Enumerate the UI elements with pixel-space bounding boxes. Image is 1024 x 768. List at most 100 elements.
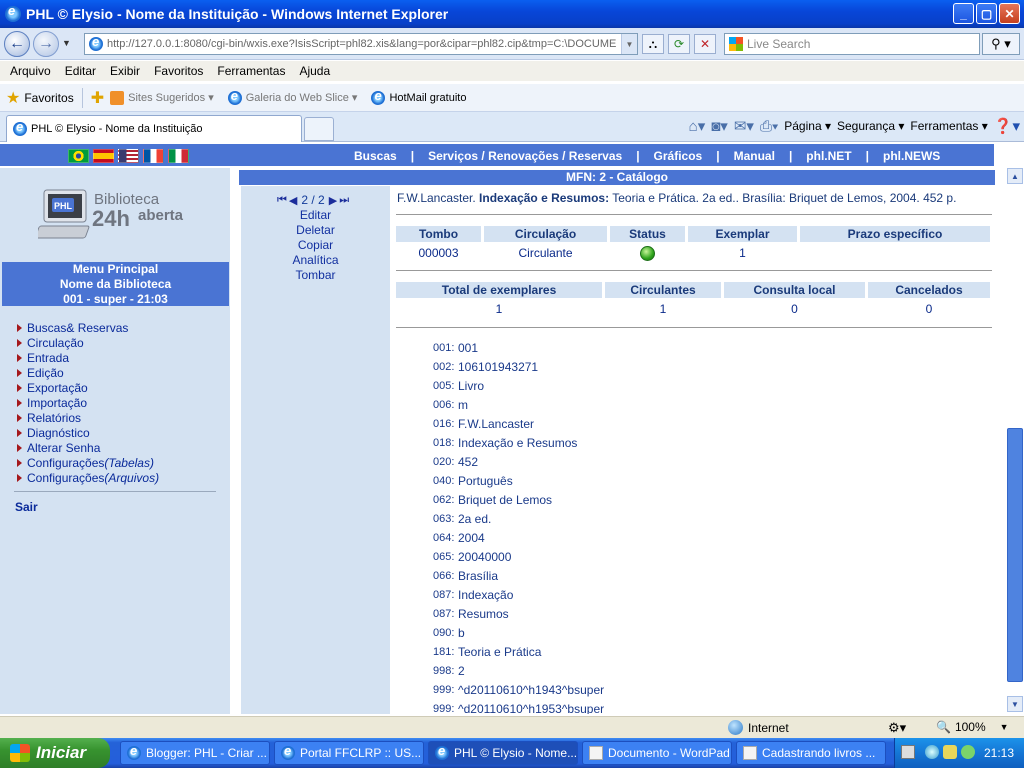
menu-item-relatorios[interactable]: Relatórios — [15, 410, 159, 425]
menu-item-config-arquivos[interactable]: Configurações (Arquivos) — [15, 470, 159, 485]
search-button[interactable]: ⚲ ▾ — [982, 33, 1020, 55]
favorites-star-icon[interactable]: ★ — [6, 88, 20, 108]
menu-divider — [14, 491, 216, 492]
flag-spain-icon[interactable] — [93, 149, 114, 163]
help-icon[interactable]: ❓▾ — [994, 117, 1020, 135]
keyboard-icon[interactable] — [901, 745, 915, 759]
nav-phl-net[interactable]: phl.NET — [806, 149, 851, 163]
flag-brazil-icon[interactable] — [68, 149, 89, 163]
menu-item-circulacao[interactable]: Circulação — [15, 335, 159, 350]
tab-phl[interactable]: PHL © Elysio - Nome da Instituição — [6, 115, 302, 142]
first-record-icon[interactable]: ⏮ — [277, 194, 287, 207]
add-favorite-icon[interactable]: ✚ — [91, 88, 104, 108]
address-input[interactable]: http://127.0.0.1:8080/cgi-bin/wxis.exe?I… — [84, 33, 638, 55]
window-title-bar[interactable]: PHL © Elysio - Nome da Instituição - Win… — [0, 0, 1024, 28]
safety-menu[interactable]: Segurança ▾ — [837, 119, 904, 133]
page-scrollbar[interactable]: ▲ ▼ — [1006, 142, 1024, 714]
protected-mode-icon[interactable]: ⚙▾ — [888, 720, 906, 736]
nav-servicos[interactable]: Serviços / Renovações / Reservas — [428, 149, 622, 163]
menu-item-exportacao[interactable]: Exportação — [15, 380, 159, 395]
refresh-button[interactable]: ⟳ — [668, 34, 690, 54]
menu-exibir[interactable]: Exibir — [110, 64, 140, 78]
total-consulta-local: 0 — [791, 302, 798, 316]
page-menu[interactable]: Página ▾ — [784, 119, 831, 133]
zoom-dropdown-icon[interactable]: ▼ — [1000, 722, 1009, 732]
maximize-button[interactable]: ▢ — [976, 3, 997, 24]
menu-title: Menu Principal — [72, 262, 159, 276]
web-slice-gallery-link[interactable]: Galeria do Web Slice ▾ — [227, 88, 357, 105]
refresh-icon: ⟳ — [673, 37, 685, 51]
tools-menu[interactable]: Ferramentas ▾ — [910, 119, 987, 133]
forward-button[interactable]: → — [33, 31, 59, 57]
print-icon[interactable]: ⎙▾ — [760, 118, 778, 135]
copy-tombo[interactable]: 000003 — [396, 245, 481, 261]
taskbar-item-cadastrando[interactable]: Cadastrando livros ... — [736, 741, 886, 765]
menu-editar[interactable]: Editar — [65, 64, 96, 78]
taskbar-item-wordpad[interactable]: Documento - WordPad — [582, 741, 732, 765]
prev-record-icon[interactable]: ◀ — [289, 194, 297, 207]
field-value: 452 — [458, 454, 479, 469]
tray-app-icon[interactable] — [943, 745, 957, 759]
close-button[interactable]: ✕ — [999, 3, 1020, 24]
flag-italy-icon[interactable] — [168, 149, 189, 163]
action-tombar[interactable]: Tombar — [241, 268, 390, 283]
menu-item-entrada[interactable]: Entrada — [15, 350, 159, 365]
page-viewport: Buscas | Serviços / Renovações / Reserva… — [0, 142, 1006, 714]
menu-item-diagnostico[interactable]: Diagnóstico — [15, 425, 159, 440]
record-position: 2 / 2 — [301, 193, 325, 207]
search-input[interactable]: Live Search — [724, 33, 980, 55]
history-dropdown-icon[interactable]: ▼ — [62, 38, 71, 48]
nav-manual[interactable]: Manual — [734, 149, 775, 163]
menu-favoritos[interactable]: Favoritos — [154, 64, 203, 78]
field-value: m — [458, 397, 468, 412]
last-record-icon[interactable]: ⏭ — [339, 194, 349, 207]
new-tab-button[interactable] — [304, 117, 334, 141]
nav-buscas[interactable]: Buscas — [354, 149, 397, 163]
suggested-sites-icon — [110, 90, 125, 105]
feeds-icon[interactable]: ◙▾ — [711, 117, 728, 135]
menu-item-label: Alterar Senha — [27, 440, 101, 455]
taskbar-item-phl[interactable]: PHL © Elysio - Nome... — [428, 741, 578, 765]
menu-item-importacao[interactable]: Importação — [15, 395, 159, 410]
scroll-thumb[interactable] — [1007, 428, 1023, 682]
taskbar-item-blogger[interactable]: Blogger: PHL - Criar ... — [120, 741, 270, 765]
taskbar-item-portal[interactable]: Portal FFCLRP :: US... — [274, 741, 424, 765]
action-deletar[interactable]: Deletar — [241, 223, 390, 238]
nav-graficos[interactable]: Gráficos — [654, 149, 703, 163]
field-row: 087: Resumos — [433, 604, 604, 623]
menu-arquivo[interactable]: Arquivo — [10, 64, 51, 78]
triangle-right-icon — [17, 383, 22, 392]
action-analitica[interactable]: Analítica — [241, 253, 390, 268]
hotmail-link[interactable]: HotMail gratuito — [371, 88, 466, 105]
address-dropdown-icon[interactable]: ▼ — [621, 34, 637, 54]
menu-item-config-tabelas[interactable]: Configurações (Tabelas) — [15, 455, 159, 470]
menu-ferramentas[interactable]: Ferramentas — [217, 64, 285, 78]
logout-link[interactable]: Sair — [15, 500, 38, 514]
minimize-button[interactable]: _ — [953, 3, 974, 24]
network-icon[interactable] — [925, 745, 939, 759]
favorites-button[interactable]: Favoritos — [24, 91, 73, 105]
home-icon[interactable]: ⌂▾ — [689, 117, 706, 135]
flag-usa-icon[interactable] — [118, 149, 139, 163]
start-button[interactable]: Iniciar — [0, 738, 110, 768]
mail-icon[interactable]: ✉▾ — [734, 117, 754, 135]
next-record-icon[interactable]: ▶ — [329, 194, 337, 207]
flag-france-icon[interactable] — [143, 149, 164, 163]
menu-item-alterar-senha[interactable]: Alterar Senha — [15, 440, 159, 455]
suggested-sites-link[interactable]: Sites Sugeridos ▾ — [110, 90, 214, 105]
nav-phl-news[interactable]: phl.NEWS — [883, 149, 940, 163]
stop-button[interactable]: ✕ — [694, 34, 716, 54]
menu-item-buscas-reservas[interactable]: Buscas& Reservas — [15, 320, 159, 335]
menu-item-edicao[interactable]: Edição — [15, 365, 159, 380]
compatibility-view-button[interactable]: ⛬ — [642, 34, 664, 54]
field-tag: 998: — [433, 664, 455, 677]
action-copiar[interactable]: Copiar — [241, 238, 390, 253]
menu-ajuda[interactable]: Ajuda — [299, 64, 330, 78]
action-editar[interactable]: Editar — [241, 208, 390, 223]
scroll-up-icon[interactable]: ▲ — [1007, 168, 1023, 184]
left-sidebar: PHL Biblioteca 24h aberta Menu Principal… — [0, 168, 230, 714]
security-icon[interactable] — [961, 745, 975, 759]
scroll-down-icon[interactable]: ▼ — [1007, 696, 1023, 712]
zoom-control[interactable]: 🔍 100% ▼ — [936, 720, 1009, 734]
back-button[interactable]: ← — [4, 31, 30, 57]
